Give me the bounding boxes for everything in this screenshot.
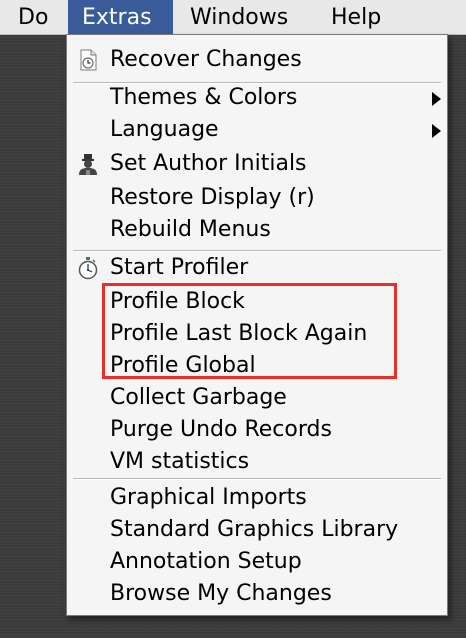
submenu-arrow-icon [432,124,441,138]
extras-dropdown-menu: Recover Changes Themes & Colors Language… [66,34,448,616]
menu-item-label: Start Profiler [110,255,249,280]
menu-item-label: Annotation Setup [110,549,302,574]
menu-item-profile-last-block-again[interactable]: Profile Last Block Again [67,318,447,350]
menu-separator [73,478,441,480]
menu-item-label: Themes & Colors [110,85,298,110]
menu-item-label: Set Author Initials [110,151,307,176]
menu-item-annotation-setup[interactable]: Annotation Setup [67,546,447,578]
menu-do[interactable]: Do [18,0,48,34]
menu-item-label: Profile Last Block Again [110,321,368,346]
menu-bar: Do Extras Windows Help [0,0,466,35]
menu-item-label: Recover Changes [110,47,302,72]
menu-item-restore-display[interactable]: Restore Display (r) [67,182,447,214]
menu-item-language[interactable]: Language [67,114,447,146]
menu-item-themes-colors[interactable]: Themes & Colors [67,82,447,114]
menu-windows[interactable]: Windows [190,0,288,34]
menu-item-label: VM statistics [110,449,250,474]
menu-help[interactable]: Help [331,0,381,34]
menu-item-profile-block[interactable]: Profile Block [67,286,447,318]
menu-item-label: Profile Global [110,353,256,378]
menu-item-label: Purge Undo Records [110,417,332,442]
menu-item-purge-undo-records[interactable]: Purge Undo Records [67,414,447,446]
menu-item-label: Profile Block [110,289,245,314]
menu-item-label: Standard Graphics Library [110,517,399,542]
submenu-arrow-icon [432,92,441,106]
menu-item-recover-changes[interactable]: Recover Changes [67,44,447,76]
author-icon [79,154,97,175]
menu-item-label: Restore Display (r) [110,185,315,210]
menu-item-graphical-imports[interactable]: Graphical Imports [67,482,447,514]
menu-item-label: Collect Garbage [110,385,287,410]
stopwatch-icon [78,257,98,280]
menu-item-label: Graphical Imports [110,485,307,510]
menu-item-profile-global[interactable]: Profile Global [67,350,447,382]
menu-item-label: Language [110,117,219,142]
menu-item-rebuild-menus[interactable]: Rebuild Menus [67,214,447,246]
menu-item-vm-statistics[interactable]: VM statistics [67,446,447,478]
menu-item-label: Browse My Changes [110,581,332,606]
menu-item-label: Rebuild Menus [110,217,271,242]
menu-item-start-profiler[interactable]: Start Profiler [67,252,447,284]
menu-item-set-author-initials[interactable]: Set Author Initials [67,148,447,180]
menu-item-collect-garbage[interactable]: Collect Garbage [67,382,447,414]
menu-extras[interactable]: Extras [68,0,173,34]
recover-changes-icon [80,49,97,71]
menu-item-browse-my-changes[interactable]: Browse My Changes [67,578,447,610]
menu-item-standard-graphics-library[interactable]: Standard Graphics Library [67,514,447,546]
